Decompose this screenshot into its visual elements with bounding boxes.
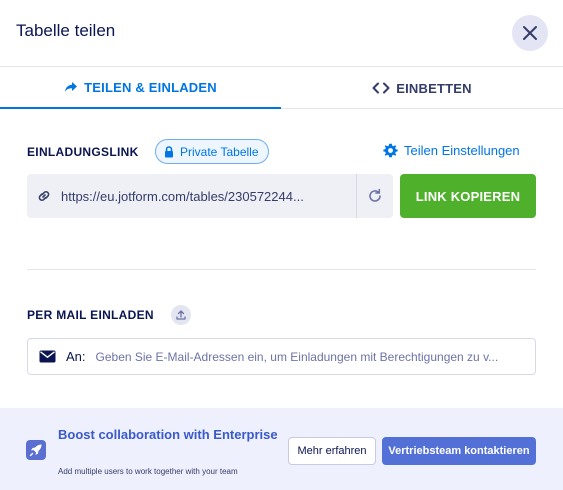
email-invite-field[interactable]: An: <box>27 338 536 375</box>
envelope-icon <box>39 350 56 363</box>
promo-subtitle: Add multiple users to work together with… <box>58 467 238 476</box>
share-settings-link[interactable]: Teilen Einstellungen <box>383 143 520 158</box>
gear-icon <box>383 143 398 158</box>
tab-share-invite-label: TEILEN & EINLADEN <box>84 79 217 95</box>
dialog-header: Tabelle teilen <box>0 0 563 66</box>
link-icon <box>37 189 51 203</box>
share-settings-label: Teilen Einstellungen <box>404 143 520 158</box>
lock-icon <box>164 145 174 158</box>
tab-share-invite[interactable]: TEILEN & EINLADEN <box>0 67 281 109</box>
refresh-icon <box>367 188 383 204</box>
rocket-icon <box>26 440 46 460</box>
tab-embed-label: EINBETTEN <box>396 80 472 96</box>
tab-embed[interactable]: EINBETTEN <box>281 67 563 109</box>
section-divider <box>27 269 536 270</box>
invite-link-label: EINLADUNGSLINK <box>27 145 139 159</box>
enterprise-promo-banner: Boost collaboration with Enterprise Add … <box>0 408 563 490</box>
invite-by-mail-label: PER MAIL EINLADEN <box>27 308 154 322</box>
copy-link-button[interactable]: LINK KOPIEREN <box>400 174 536 218</box>
tab-bar: TEILEN & EINLADEN EINBETTEN <box>0 66 563 109</box>
contact-sales-button[interactable]: Vertriebsteam kontaktieren <box>382 437 536 465</box>
code-icon <box>372 82 390 94</box>
private-table-badge-label: Private Tabelle <box>180 144 259 159</box>
upload-icon <box>175 309 187 321</box>
invite-link-url: https://eu.jotform.com/tables/230572244.… <box>61 188 304 204</box>
private-table-badge: Private Tabelle <box>155 139 269 164</box>
email-input[interactable] <box>95 349 525 364</box>
invite-link-field[interactable]: https://eu.jotform.com/tables/230572244.… <box>27 174 357 218</box>
learn-more-button[interactable]: Mehr erfahren <box>288 437 376 465</box>
close-button[interactable] <box>512 15 548 51</box>
upload-contacts-button[interactable] <box>171 305 191 325</box>
email-to-prefix: An: <box>66 349 86 364</box>
refresh-link-button[interactable] <box>356 174 393 218</box>
close-icon <box>522 25 538 41</box>
promo-title: Boost collaboration with Enterprise <box>58 427 278 442</box>
share-arrow-icon <box>64 81 78 93</box>
dialog-title: Tabelle teilen <box>16 21 116 40</box>
